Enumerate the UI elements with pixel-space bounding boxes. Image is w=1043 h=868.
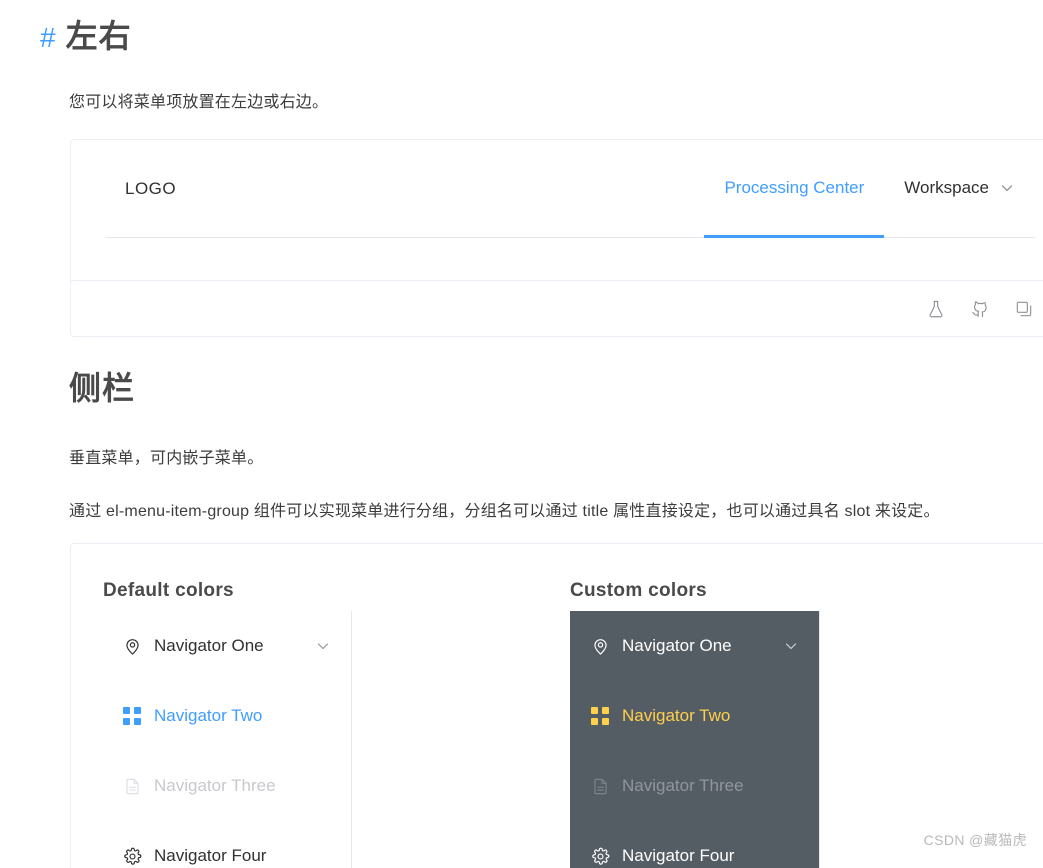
page-title: 左右: [65, 18, 132, 54]
sidebar-item-navigator-two[interactable]: Navigator Two: [570, 681, 819, 751]
sidebar-item-label: Navigator Two: [154, 706, 263, 725]
sidebar-item-label: Navigator One: [154, 636, 264, 655]
chevron-down-icon: [999, 180, 1015, 196]
copy-icon[interactable]: [1013, 298, 1035, 320]
sidebar-item-label: Navigator Two: [622, 706, 731, 725]
sidebar-item-navigator-one[interactable]: Navigator One: [102, 611, 351, 681]
section-heading-sidebar: 侧栏: [69, 372, 135, 404]
demo-body-sidebar-menu: Default colors Custom colors Navigator O…: [71, 544, 1043, 868]
demo-body-horizontal-menu: LOGO Processing Center Workspace: [71, 140, 1043, 280]
sidebar-item-navigator-three: Navigator Three: [102, 751, 351, 821]
sidebar-item-navigator-three: Navigator Three: [570, 751, 819, 821]
page-root: # 左右 您可以将菜单项放置在左边或右边。 LOGO Processing Ce…: [0, 0, 1043, 868]
sidebar-menu-default: Navigator One Navigator Two Navigator Th…: [102, 611, 352, 868]
chevron-down-icon: [315, 638, 331, 654]
default-colors-title: Default colors: [103, 580, 234, 601]
sidebar-description-1: 垂直菜单，可内嵌子菜单。: [69, 450, 264, 467]
horizontal-menu-right-group: Processing Center Workspace: [704, 140, 1035, 238]
menu-item-label: Workspace: [904, 178, 989, 197]
document-icon: [122, 776, 142, 796]
sidebar-item-navigator-four[interactable]: Navigator Four: [570, 821, 819, 868]
grid-icon: [122, 706, 142, 726]
chevron-down-icon: [783, 638, 799, 654]
sidebar-menu-custom: Navigator One Navigator Two Navigator Th…: [570, 611, 820, 868]
sidebar-item-label: Navigator Four: [154, 846, 267, 865]
csdn-watermark: CSDN @藏猫虎: [923, 832, 1027, 848]
sidebar-item-label: Navigator Three: [154, 776, 276, 795]
setting-icon: [122, 846, 142, 866]
demo-box-sidebar-menu: Default colors Custom colors Navigator O…: [70, 543, 1043, 868]
sidebar-section-title: 侧栏: [69, 370, 136, 406]
left-right-description: 您可以将菜单项放置在左边或右边。: [69, 94, 329, 111]
custom-colors-title: Custom colors: [570, 580, 707, 601]
sidebar-description-2: 通过 el-menu-item-group 组件可以实现菜单进行分组，分组名可以…: [69, 503, 940, 520]
menu-item-workspace[interactable]: Workspace: [884, 141, 1035, 238]
document-icon: [590, 776, 610, 796]
anchor-link-icon[interactable]: #: [40, 24, 56, 52]
sidebar-item-label: Navigator Three: [622, 776, 744, 795]
github-icon[interactable]: [969, 298, 991, 320]
playground-icon[interactable]: [925, 298, 947, 320]
menu-logo: LOGO: [125, 178, 177, 198]
location-icon: [590, 636, 610, 656]
demo-action-bar: [71, 280, 1043, 336]
menu-item-label: Processing Center: [724, 178, 865, 197]
sidebar-item-navigator-four[interactable]: Navigator Four: [102, 821, 351, 868]
sidebar-item-label: Navigator One: [622, 636, 732, 655]
grid-icon: [590, 706, 610, 726]
menu-item-processing-center[interactable]: Processing Center: [704, 141, 885, 238]
sidebar-item-navigator-one[interactable]: Navigator One: [570, 611, 819, 681]
horizontal-menu: LOGO Processing Center Workspace: [105, 140, 1035, 238]
sidebar-item-label: Navigator Four: [622, 846, 735, 865]
location-icon: [122, 636, 142, 656]
horizontal-menu-spacer: [71, 238, 1043, 280]
sidebar-item-navigator-two[interactable]: Navigator Two: [102, 681, 351, 751]
setting-icon: [590, 846, 610, 866]
demo-box-horizontal-menu: LOGO Processing Center Workspace: [70, 139, 1043, 337]
section-heading-left-right: # 左右: [40, 20, 132, 52]
